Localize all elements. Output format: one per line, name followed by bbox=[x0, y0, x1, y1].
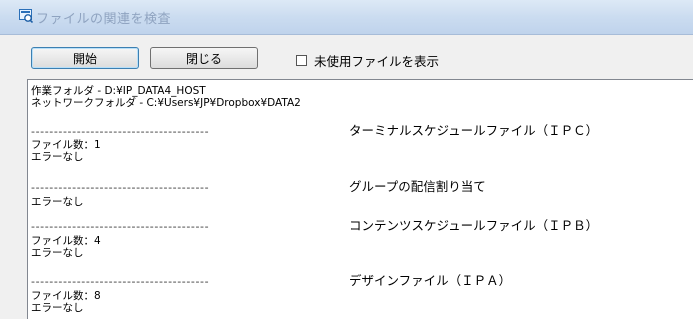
section-divider: --------------------------------------- bbox=[31, 275, 210, 288]
window-app-icon bbox=[19, 9, 33, 23]
log-output-area[interactable]: 作業フォルダ - D:¥IP_DATA4_HOST ネットワークフォルダ - C… bbox=[27, 79, 693, 319]
section-divider: --------------------------------------- bbox=[31, 220, 210, 233]
ipc-status: エラーなし bbox=[31, 151, 84, 163]
ipa-status: エラーなし bbox=[31, 302, 84, 314]
ipb-status: エラーなし bbox=[31, 247, 84, 259]
network-folder-line: ネットワークフォルダ - C:¥Users¥JP¥Dropbox¥DATA2 bbox=[31, 97, 301, 109]
ipb-file-count: ファイル数：4 bbox=[31, 235, 101, 247]
start-button[interactable]: 開始 bbox=[31, 47, 139, 69]
toolbar: 開始 閉じる 未使用ファイルを表示 bbox=[0, 35, 693, 79]
section-divider: --------------------------------------- bbox=[31, 181, 210, 194]
group-assignment-status: エラーなし bbox=[31, 196, 84, 208]
ipa-file-count: ファイル数：8 bbox=[31, 290, 101, 302]
show-unused-files-label[interactable]: 未使用ファイルを表示 bbox=[314, 51, 439, 70]
title-bar: ファイルの関連を検査 bbox=[0, 0, 693, 35]
work-folder-line: 作業フォルダ - D:¥IP_DATA4_HOST bbox=[31, 85, 206, 97]
window-title: ファイルの関連を検査 bbox=[36, 12, 172, 27]
section-heading-ipb: コンテンツスケジュールファイル（ＩＰＢ） bbox=[349, 218, 599, 233]
section-divider: --------------------------------------- bbox=[31, 125, 210, 138]
section-heading-ipc: ターミナルスケジュールファイル（ＩＰＣ） bbox=[349, 123, 599, 138]
close-button[interactable]: 閉じる bbox=[150, 47, 258, 69]
show-unused-files-option[interactable]: 未使用ファイルを表示 bbox=[296, 51, 439, 70]
show-unused-files-checkbox[interactable] bbox=[296, 54, 307, 66]
section-heading-group-assignment: グループの配信割り当て bbox=[349, 179, 486, 194]
ipc-file-count: ファイル数：1 bbox=[31, 139, 101, 151]
section-heading-ipa: デザインファイル（ＩＰＡ） bbox=[349, 273, 512, 288]
